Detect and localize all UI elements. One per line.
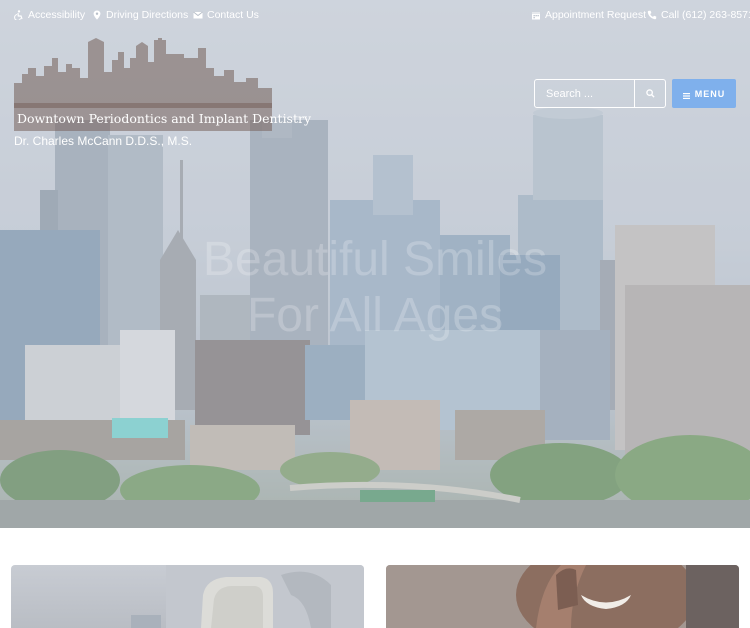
feature-card-left[interactable] xyxy=(11,565,364,628)
search-input[interactable] xyxy=(535,80,634,107)
search-form xyxy=(534,79,666,108)
menu-label: MENU xyxy=(694,88,726,99)
driving-directions-label: Driving Directions xyxy=(106,9,189,21)
phone-icon xyxy=(647,10,657,20)
accessibility-label: Accessibility xyxy=(28,9,86,21)
search-button[interactable] xyxy=(634,80,665,107)
calendar-icon xyxy=(531,10,541,20)
driving-directions-link[interactable]: Driving Directions xyxy=(92,8,188,22)
hamburger-icon xyxy=(682,91,690,99)
hero-tagline: Beautiful Smiles For All Ages xyxy=(140,232,610,344)
feature-card-right[interactable] xyxy=(386,565,739,628)
call-label: Call (612) 263-8571 xyxy=(661,9,750,21)
search-icon xyxy=(645,85,655,103)
skyline-logo-graphic xyxy=(14,38,272,108)
tagline-line-1: Beautiful Smiles xyxy=(202,233,548,286)
smiling-man-image xyxy=(386,565,739,628)
wheelchair-icon xyxy=(14,10,24,20)
doctor-name: Dr. Charles McCann D.D.S., M.S. xyxy=(14,134,193,148)
dental-chair-image xyxy=(131,565,364,628)
utility-bar: Accessibility Driving Directions Contact… xyxy=(0,0,750,30)
envelope-icon xyxy=(193,10,203,20)
practice-name: Downtown Periodontics and Implant Dentis… xyxy=(17,111,312,126)
appointment-request-link[interactable]: Appointment Request xyxy=(531,8,646,22)
map-pin-icon xyxy=(92,10,102,20)
menu-button[interactable]: MENU xyxy=(672,79,736,108)
contact-us-link[interactable]: Contact Us xyxy=(193,8,259,22)
tagline-line-2: For All Ages xyxy=(246,289,504,342)
contact-us-label: Contact Us xyxy=(207,9,259,21)
call-link[interactable]: Call (612) 263-8571 xyxy=(647,8,750,22)
accessibility-link[interactable]: Accessibility xyxy=(14,8,85,22)
practice-logo[interactable]: Downtown Periodontics and Implant Dentis… xyxy=(14,38,312,134)
appointment-request-label: Appointment Request xyxy=(545,9,646,21)
